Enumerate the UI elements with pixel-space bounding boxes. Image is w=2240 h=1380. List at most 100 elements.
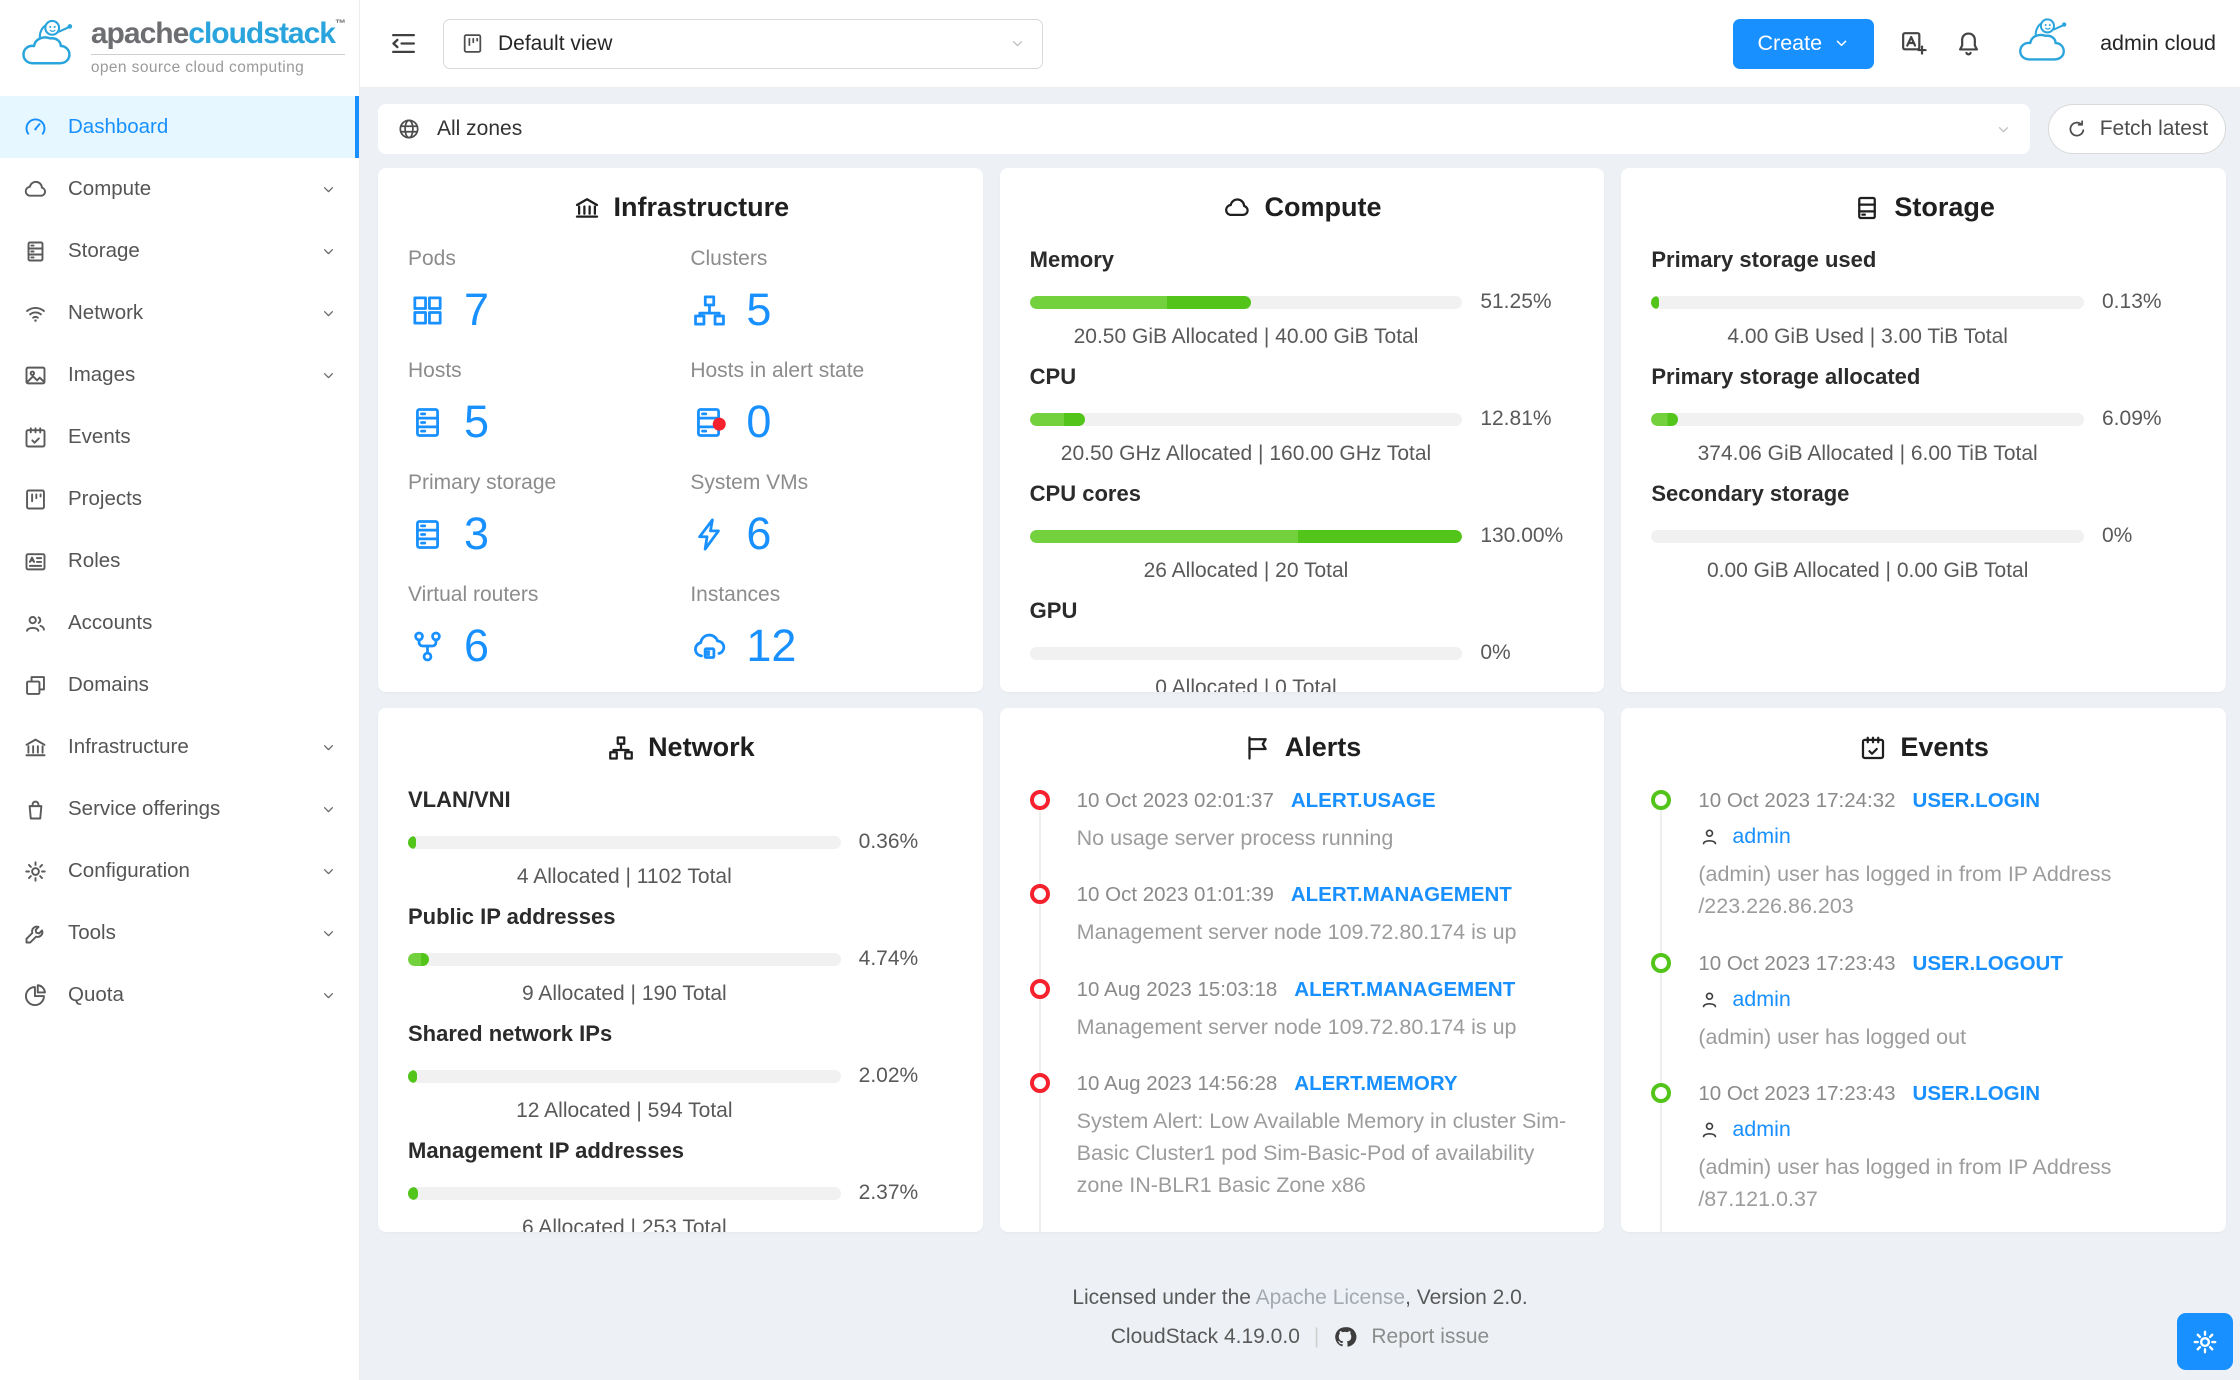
sidebar-item-quota[interactable]: Quota — [0, 964, 359, 1026]
alert-type-link[interactable]: ALERT.MANAGEMENT — [1291, 883, 1512, 907]
event-type-link[interactable]: USER.LOGOUT — [1913, 952, 2063, 976]
create-button[interactable]: Create — [1732, 18, 1875, 69]
progress-percent: 2.37% — [858, 1181, 919, 1204]
stat-value-link[interactable]: 7 — [464, 284, 489, 336]
alert-meta: 10 Aug 2023 14:56:00 ALERT.MANAGEMENT — [1077, 1231, 1575, 1233]
zone-selector[interactable]: All zones — [378, 104, 2030, 154]
alert-item: 10 Aug 2023 15:03:18 ALERT.MANAGEMENT Mana… — [1029, 978, 1575, 1043]
sidebar-item-label: Tools — [68, 921, 116, 944]
infra-stat-clusters: Clusters 5 — [690, 247, 952, 336]
alert-type-link[interactable]: ALERT.MANAGEMENT — [1294, 978, 1515, 1002]
sidebar-item-tools[interactable]: Tools — [0, 902, 359, 964]
chevron-down-icon — [1834, 36, 1849, 51]
domains-icon — [22, 672, 49, 699]
sidebar-item-label: Events — [68, 425, 131, 448]
alert-item: 10 Aug 2023 14:56:28 ALERT.MEMORY System A… — [1029, 1072, 1575, 1202]
progress-percent: 51.25% — [1480, 290, 1552, 313]
sidebar-item-label: Projects — [68, 487, 143, 510]
sidebar-item-service-offerings[interactable]: Service offerings — [0, 778, 359, 840]
network-card-title: Network — [408, 732, 953, 763]
cloudstack-app: apachecloudstack™ open source cloud comp… — [0, 0, 2240, 1380]
sidebar-item-events[interactable]: Events — [0, 406, 359, 468]
chevron-down-icon — [1995, 121, 2012, 138]
sidebar-item-label: Accounts — [68, 611, 153, 634]
settings-fab-button[interactable] — [2177, 1313, 2233, 1370]
usage-label: CPU cores — [1029, 481, 1141, 506]
alert-type-link[interactable]: ALERT.MEMORY — [1294, 1072, 1457, 1096]
progress-bar-row: 2.02% — [408, 1064, 953, 1088]
usage-label: Management IP addresses — [408, 1138, 684, 1163]
bell-icon[interactable] — [1953, 28, 1984, 59]
server-icon — [408, 515, 447, 554]
username[interactable]: admin cloud — [2100, 31, 2216, 56]
sidebar-item-domains[interactable]: Domains — [0, 654, 359, 716]
usage-label: Primary storage allocated — [1651, 364, 1921, 389]
card-title-text: Infrastructure — [613, 192, 790, 222]
sidebar-item-dashboard[interactable]: Dashboard — [0, 96, 359, 158]
stat-value-link[interactable]: 5 — [464, 396, 489, 448]
compute-section-memory: Memory 51.25% 20.50 GiB Allocated | 40.00 … — [1029, 247, 1575, 349]
database-icon — [1852, 193, 1882, 223]
sidebar-item-label: Configuration — [68, 859, 190, 882]
report-issue-link[interactable]: Report issue — [1371, 1325, 1489, 1349]
event-message: (admin) user has logged in from IP Addre… — [1698, 1154, 2112, 1211]
chevron-down-icon — [320, 987, 337, 1004]
alert-date: 10 Aug 2023 14:56:00 — [1077, 1231, 1278, 1233]
stat-value-link[interactable]: 5 — [746, 284, 771, 336]
alert-type-link[interactable]: ALERT.USAGE — [1291, 789, 1436, 813]
event-user-link[interactable]: admin — [1732, 987, 1791, 1012]
sidebar-item-compute[interactable]: Compute — [0, 158, 359, 220]
progress-bar-row: 0.36% — [408, 830, 953, 854]
alerts-card: Alerts 10 Oct 2023 02:01:37 ALERT.USAGE No… — [999, 708, 1605, 1233]
stat-label: Clusters — [690, 247, 768, 270]
sidebar-item-network[interactable]: Network — [0, 282, 359, 344]
bag-icon — [22, 796, 49, 823]
card-title-text: Storage — [1894, 192, 1995, 222]
idcard-icon — [22, 548, 49, 575]
fork-icon — [408, 627, 447, 666]
infra-stat-pods: Pods 7 — [408, 247, 670, 336]
fetch-latest-button[interactable]: Fetch latest — [2048, 104, 2226, 154]
sidebar-item-roles[interactable]: Roles — [0, 530, 359, 592]
usage-label: Secondary storage — [1651, 481, 1850, 506]
stat-value-link[interactable]: 12 — [746, 620, 796, 672]
alert-meta: 10 Aug 2023 14:56:28 ALERT.MEMORY — [1077, 1072, 1575, 1096]
stat-value-link[interactable]: 0 — [746, 396, 771, 448]
progress-bar-row: 0% — [1029, 641, 1575, 665]
stat-value-link[interactable]: 6 — [464, 620, 489, 672]
sidebar-item-accounts[interactable]: Accounts — [0, 592, 359, 654]
sidebar-item-infrastructure[interactable]: Infrastructure — [0, 716, 359, 778]
view-selector-value: Default view — [498, 31, 613, 55]
menu-fold-icon[interactable] — [388, 28, 419, 59]
progress-percent: 0.13% — [2102, 290, 2162, 313]
sidebar-item-storage[interactable]: Storage — [0, 220, 359, 282]
stat-value-link[interactable]: 3 — [464, 508, 489, 560]
infra-stat-system-vms: System VMs 6 — [690, 471, 952, 560]
user-avatar-monkey-icon[interactable] — [2008, 15, 2076, 73]
event-user-link[interactable]: admin — [1732, 824, 1791, 849]
cloud-server-icon — [690, 627, 729, 666]
footer-divider: | — [1313, 1325, 1320, 1348]
stat-label: Instances — [690, 583, 781, 606]
alert-message: Management server node 109.72.80.174 is … — [1076, 920, 1517, 945]
alerts-card-title: Alerts — [1030, 732, 1575, 763]
event-type-link[interactable]: USER.LOGIN — [1913, 1082, 2041, 1106]
sidebar-item-configuration[interactable]: Configuration — [0, 840, 359, 902]
alert-type-link[interactable]: ALERT.MANAGEMENT — [1294, 1231, 1515, 1233]
stat-value-link[interactable]: 6 — [746, 508, 771, 560]
network-sections: VLAN/VNI 0.36% 4 Allocated | 1102 Total Pub… — [408, 787, 953, 1232]
alert-date: 10 Oct 2023 02:01:37 — [1076, 789, 1274, 812]
event-type-link[interactable]: USER.LOGIN — [1913, 789, 2041, 813]
apache-license-link[interactable]: Apache License — [1256, 1286, 1405, 1309]
usage-caption: 0.00 GiB Allocated | 0.00 GiB Total — [1706, 559, 2029, 582]
chevron-down-icon — [320, 367, 337, 384]
event-user-link[interactable]: admin — [1732, 1117, 1791, 1142]
usage-caption: 6 Allocated | 253 Total — [521, 1216, 727, 1232]
alert-meta: 10 Aug 2023 15:03:18 ALERT.MANAGEMENT — [1077, 978, 1575, 1002]
alert-meta: 10 Oct 2023 01:01:39 ALERT.MANAGEMENT — [1077, 883, 1575, 907]
view-selector[interactable]: Default view — [443, 18, 1043, 69]
sidebar-item-projects[interactable]: Projects — [0, 468, 359, 530]
cluster-icon — [606, 733, 636, 763]
translate-icon[interactable] — [1898, 28, 1929, 59]
sidebar-item-images[interactable]: Images — [0, 344, 359, 406]
